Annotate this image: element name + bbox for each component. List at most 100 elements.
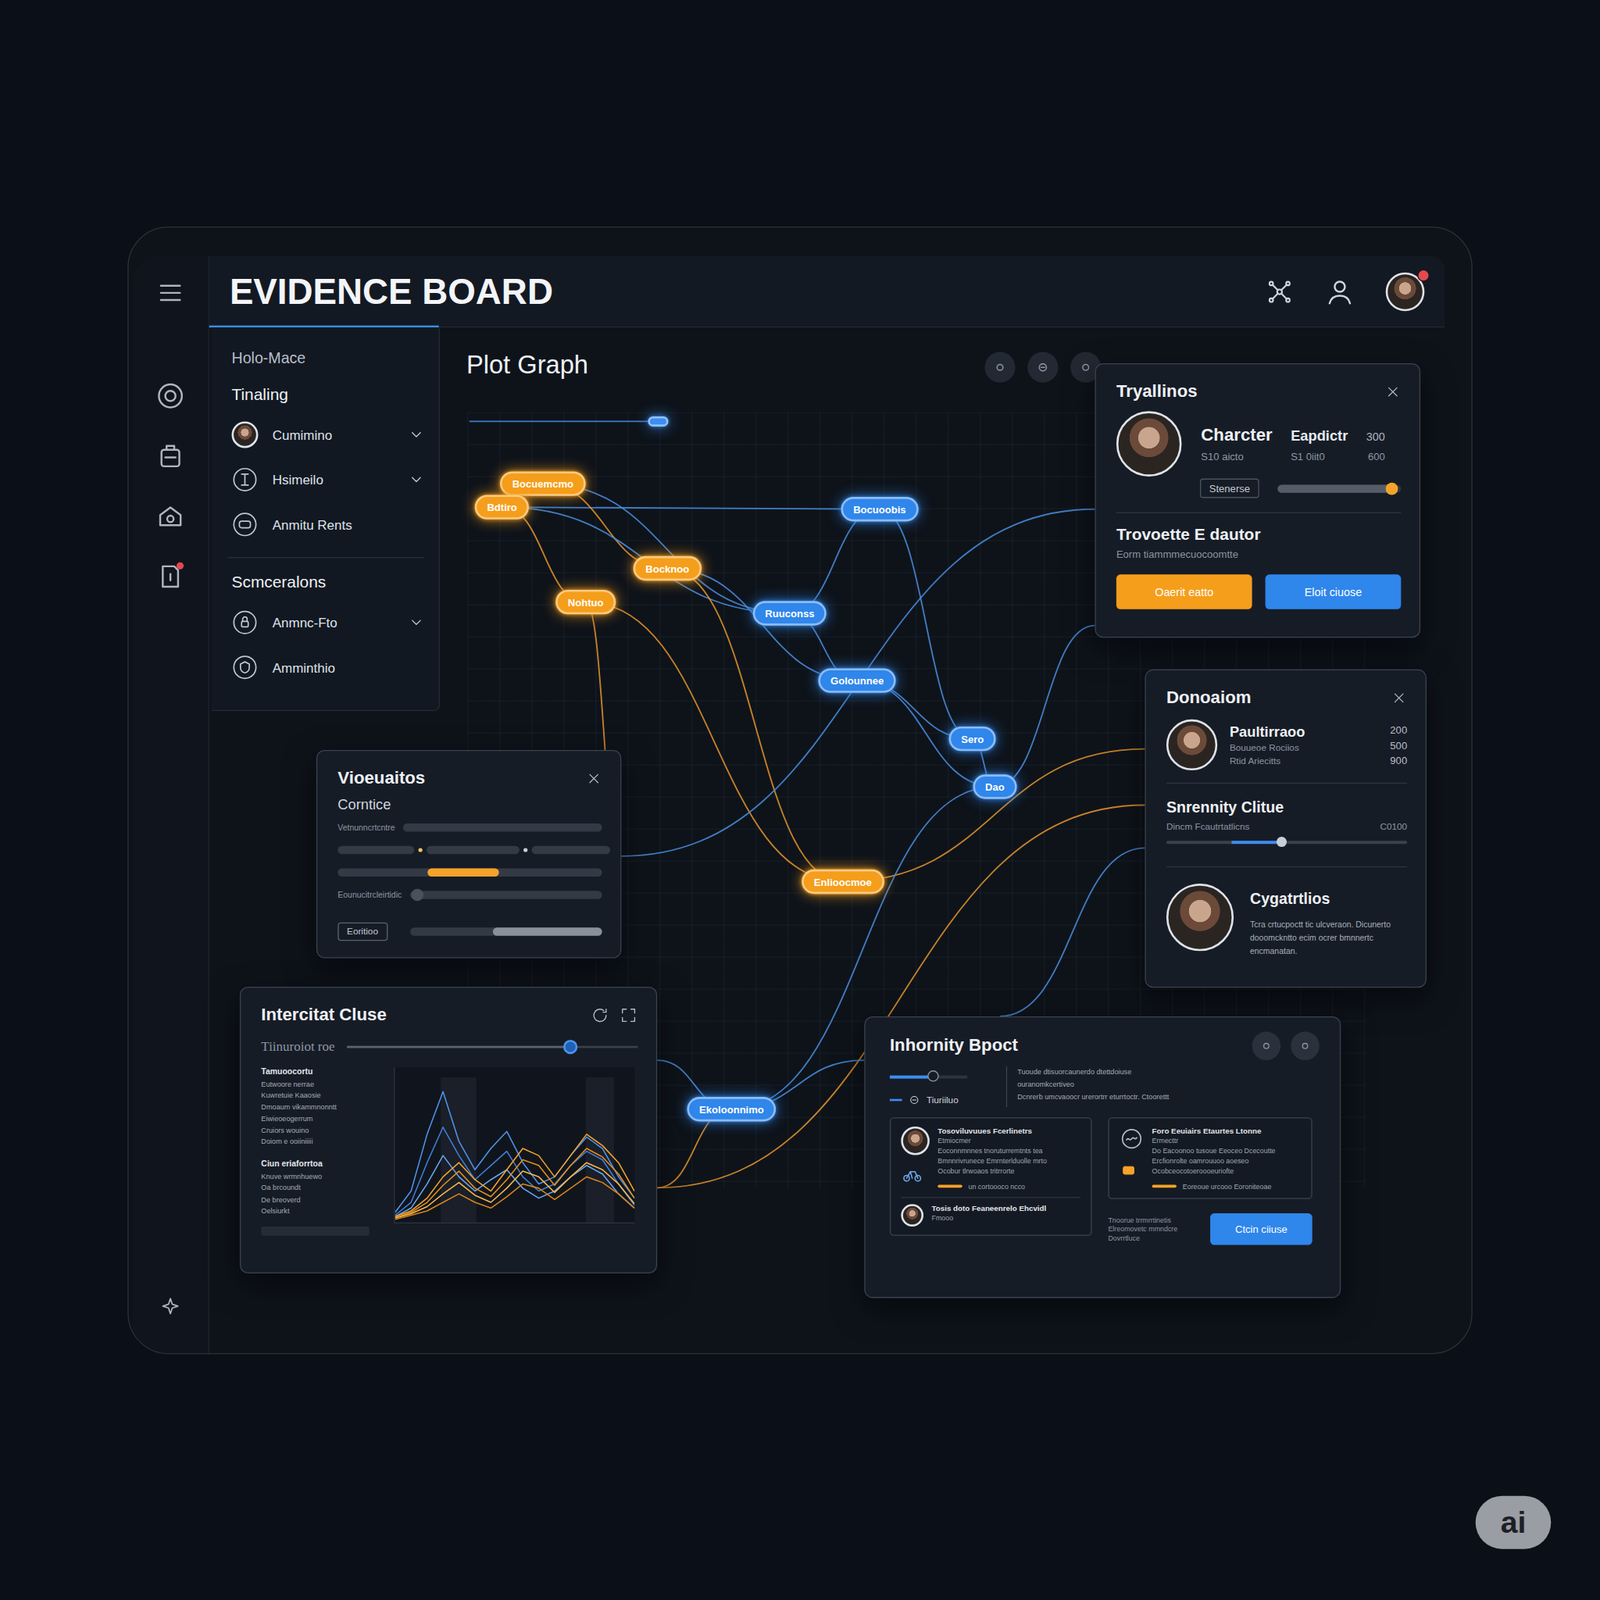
slider-thumb[interactable] bbox=[564, 1039, 579, 1054]
slider-track[interactable] bbox=[337, 868, 602, 877]
clue-title: Snrennity Clitue bbox=[1166, 797, 1408, 815]
refresh-icon[interactable] bbox=[590, 1006, 610, 1025]
graph-node[interactable]: Bdtiro bbox=[475, 494, 530, 519]
graph-node[interactable]: Dao bbox=[972, 774, 1017, 799]
group-line: Knuve wrmnhuewo bbox=[260, 1170, 374, 1183]
person-detail: Rtid Ariecitts bbox=[1229, 756, 1379, 767]
control-row: Vetnunncrtcntre bbox=[337, 822, 602, 833]
group-line: De breoverd bbox=[260, 1193, 374, 1206]
slider-fill bbox=[1277, 484, 1393, 493]
round-button[interactable] bbox=[1252, 1031, 1282, 1061]
user-icon[interactable] bbox=[1324, 275, 1355, 307]
chevron-icon[interactable] bbox=[407, 471, 425, 488]
slider-track bbox=[403, 823, 603, 832]
stat-cell: S10 aicto bbox=[1200, 450, 1272, 462]
subcard-line: Ercfionrolte oamrouuoo aoeseo bbox=[1152, 1156, 1276, 1167]
graph-node[interactable]: Golounnee bbox=[817, 668, 897, 693]
graph-tool-button[interactable] bbox=[1027, 352, 1058, 383]
close-icon[interactable] bbox=[1384, 383, 1401, 400]
card-title: Intercitat Cluse bbox=[260, 1005, 386, 1026]
chevron-icon[interactable] bbox=[407, 426, 425, 443]
action-button[interactable]: Eloit ciuose bbox=[1265, 574, 1402, 609]
slider-thumb[interactable] bbox=[1276, 836, 1287, 847]
graph-tool-button[interactable] bbox=[984, 352, 1015, 383]
graph-node[interactable]: Bocuoobis bbox=[840, 496, 918, 522]
network-icon[interactable] bbox=[1265, 277, 1295, 307]
close-icon[interactable] bbox=[1390, 689, 1408, 707]
avatar-photo bbox=[1166, 883, 1234, 951]
header: EVIDENCE BOARD bbox=[209, 256, 1446, 328]
card-title: Donoaiom bbox=[1166, 687, 1252, 708]
rail-button[interactable] bbox=[150, 556, 191, 597]
graph-node[interactable]: Bocuemcmo bbox=[500, 471, 586, 496]
panel-item[interactable]: Hsimeilo bbox=[231, 457, 425, 502]
slider-label: Tiinuroiot roe bbox=[260, 1039, 335, 1056]
chart-series bbox=[395, 1176, 635, 1219]
avatar-photo bbox=[1116, 410, 1183, 477]
rail-button[interactable] bbox=[150, 1285, 191, 1327]
graph-dot[interactable] bbox=[647, 416, 668, 427]
info-subcard[interactable]: Foro Eeuiairs Etaurtes LtonneErmecttrDo … bbox=[1107, 1117, 1312, 1199]
briefcase-icon bbox=[155, 440, 186, 472]
rail-button[interactable] bbox=[150, 496, 191, 537]
panel-item[interactable]: Amminthio bbox=[231, 644, 425, 690]
note-line: Dcnrerb umcvaoocr urerortrr eturrtoctr. … bbox=[1017, 1090, 1169, 1104]
panel-item[interactable]: Anmnc-Fto bbox=[231, 600, 425, 645]
graph-node[interactable]: Nohtuo bbox=[555, 589, 616, 615]
tag-label: Tiuriiluo bbox=[926, 1094, 959, 1105]
panel-item[interactable]: Cumimino bbox=[231, 412, 425, 458]
slider-track[interactable] bbox=[409, 927, 602, 936]
graph-edge bbox=[1000, 847, 1145, 1017]
clue-list: TamuoocortuEutwoore nerraeKuwretuie Kaao… bbox=[260, 1067, 374, 1236]
tag[interactable]: Stenerse bbox=[1200, 478, 1260, 499]
slider-track[interactable] bbox=[410, 890, 603, 899]
slider-knob[interactable] bbox=[927, 1069, 939, 1081]
graph-node[interactable]: Enlioocmoe bbox=[801, 869, 884, 894]
menu-icon[interactable] bbox=[156, 278, 186, 308]
close-icon[interactable] bbox=[585, 770, 603, 787]
divider bbox=[1116, 512, 1401, 514]
donoaiom-card: DonoaiomPaultirraooBouueoe RociiosRtid A… bbox=[1144, 669, 1426, 989]
graph-edge bbox=[879, 509, 973, 740]
expand-icon[interactable] bbox=[619, 1006, 639, 1025]
tag[interactable]: Tiuriiluo bbox=[889, 1092, 993, 1108]
group-line: Oa brcoundt bbox=[260, 1182, 374, 1194]
control-row: Eoritioo bbox=[337, 922, 602, 942]
chevron-icon[interactable] bbox=[407, 614, 425, 631]
graph-node[interactable]: Ekoloonnimo bbox=[686, 1096, 776, 1122]
slider-fill bbox=[346, 1046, 572, 1049]
workspace: Holo-MaceTinalingCumiminoHsimeiloAnmitu … bbox=[209, 327, 1446, 1354]
subcard-line: Ermecttr bbox=[1152, 1135, 1276, 1147]
subcard-title: Tosoviluvuues Fcerlinetrs bbox=[937, 1126, 1047, 1136]
ai-badge[interactable]: ai bbox=[1475, 1496, 1552, 1550]
tag-dash bbox=[889, 1099, 903, 1101]
mini-field[interactable] bbox=[260, 1226, 369, 1236]
graph-node[interactable]: Sero bbox=[949, 726, 997, 751]
panel-item[interactable]: Anmitu Rents bbox=[231, 502, 425, 547]
button-note: Dovrrtluce bbox=[1107, 1233, 1194, 1243]
graph-node[interactable]: Bocknoo bbox=[633, 556, 702, 581]
rail-button[interactable] bbox=[150, 435, 191, 477]
slider-track[interactable] bbox=[889, 1075, 968, 1079]
control-row: Eounucitrcleirtidic bbox=[337, 889, 602, 900]
graph-node[interactable]: Ruuconss bbox=[753, 600, 827, 625]
action-button[interactable]: Oaerit eatto bbox=[1116, 574, 1253, 609]
subcard-title: Tosis doto Feaneenrelo Ehcvidl bbox=[931, 1203, 1047, 1214]
slider-thumb[interactable] bbox=[1385, 482, 1398, 495]
slider-track[interactable] bbox=[1277, 484, 1401, 493]
slider-track[interactable] bbox=[1166, 840, 1408, 844]
graph-edge bbox=[502, 507, 880, 510]
card-title: Inhornity Bpoct bbox=[889, 1035, 1018, 1057]
graph-edge bbox=[842, 749, 1146, 883]
primary-button[interactable]: Ctcin ciiuse bbox=[1210, 1213, 1313, 1245]
rail-button[interactable] bbox=[150, 375, 191, 417]
section-title: Trovoette E dautor bbox=[1116, 525, 1401, 545]
target-icon bbox=[231, 510, 258, 538]
slider-knob[interactable] bbox=[411, 889, 425, 902]
slider-track[interactable] bbox=[346, 1046, 638, 1049]
info-subcard[interactable]: Tosoviluvuues FcerlinetrsEtmiocmerEoconn… bbox=[889, 1117, 1093, 1236]
row-button[interactable]: Eoritioo bbox=[337, 922, 387, 942]
profile-avatar[interactable] bbox=[1385, 271, 1425, 311]
round-button[interactable] bbox=[1290, 1031, 1320, 1061]
group-line: Cruiors wouino bbox=[260, 1124, 374, 1136]
